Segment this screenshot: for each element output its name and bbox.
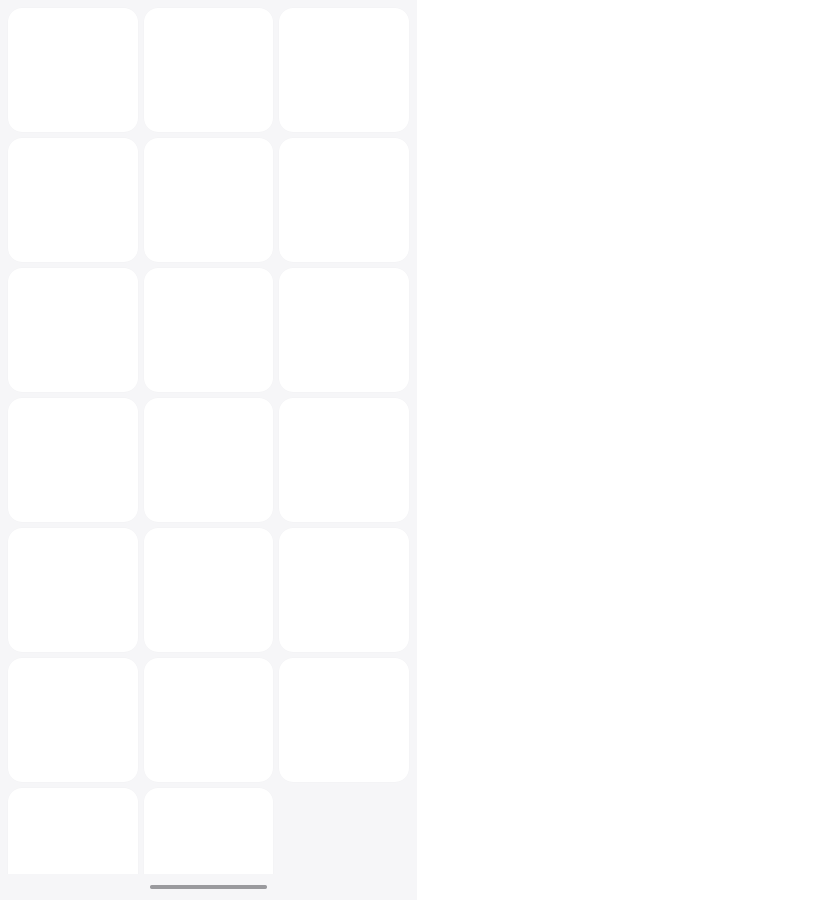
menu-card-mst-test[interactable] — [143, 658, 274, 782]
menu-card-touch[interactable] — [143, 268, 274, 392]
app-root — [0, 0, 840, 900]
touch-line-test-panel[interactable] — [417, 0, 840, 900]
touch-test-canvas[interactable] — [417, 0, 840, 900]
menu-card-green[interactable] — [143, 8, 274, 132]
menu-card-hall-ic[interactable] — [279, 528, 409, 652]
menu-card-sensor[interactable] — [8, 268, 138, 392]
home-indicator[interactable] — [150, 885, 267, 889]
menu-card-blue[interactable] — [279, 8, 409, 132]
menu-card-vibration[interactable] — [143, 138, 274, 262]
menu-card-sub-key[interactable] — [8, 398, 138, 522]
factory-test-menu-grid — [8, 8, 409, 900]
home-indicator-area — [0, 874, 417, 900]
menu-card-red[interactable] — [8, 8, 138, 132]
factory-test-menu-panel — [0, 0, 417, 900]
menu-card-mlc[interactable] — [279, 658, 409, 782]
menu-card-receiver[interactable] — [8, 138, 138, 262]
menu-card-black[interactable] — [143, 528, 274, 652]
menu-card-gripsensor[interactable] — [279, 398, 409, 522]
menu-card-front-cam[interactable] — [143, 398, 274, 522]
menu-card-s-pen[interactable] — [8, 658, 138, 782]
menu-card-sensorhub-test[interactable] — [8, 528, 138, 652]
menu-card-speaker[interactable] — [279, 268, 409, 392]
menu-card-mega-cam[interactable] — [279, 138, 409, 262]
